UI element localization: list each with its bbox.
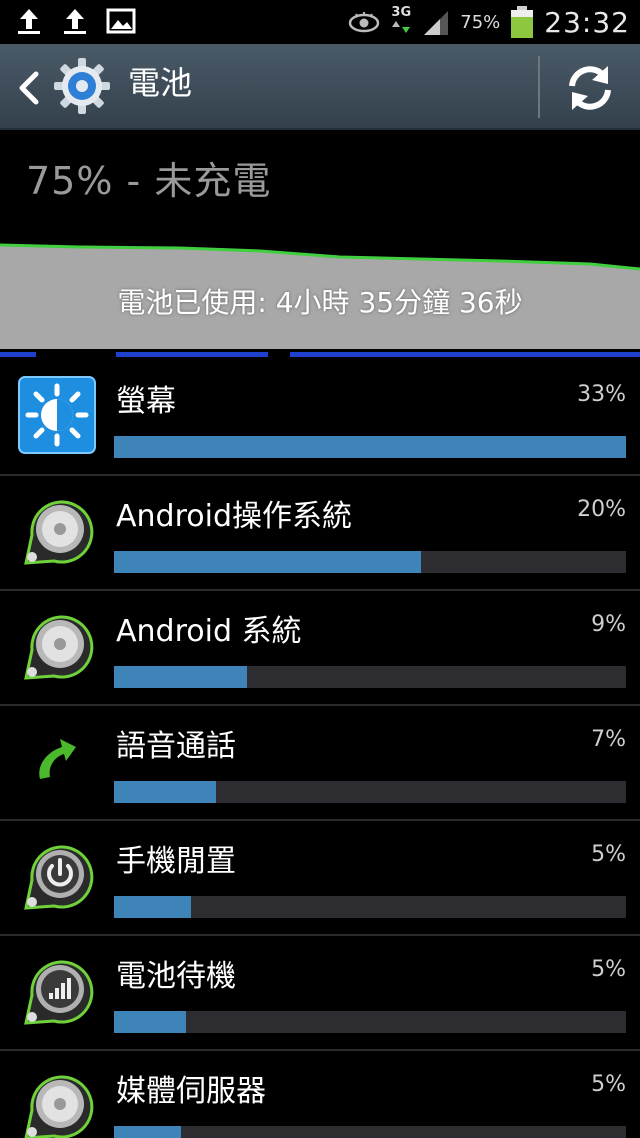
usage-bar (114, 436, 626, 458)
upload-icon (64, 9, 86, 34)
usage-bar-fill (114, 896, 191, 918)
list-item[interactable]: 螢幕 33% (0, 362, 640, 476)
power-idle-icon (24, 845, 94, 910)
signal-strength-icon (424, 11, 449, 35)
phone-call-icon (39, 739, 76, 779)
status-bar: 3G 75% 23:32 (0, 0, 640, 44)
item-label: 手機閒置 (116, 844, 236, 879)
item-percent: 9% (591, 612, 626, 637)
item-percent: 5% (591, 1072, 626, 1097)
data-transfer-icon (392, 21, 411, 33)
upload-icon (18, 9, 40, 34)
eye-icon (349, 12, 380, 33)
usage-bar-fill (114, 551, 422, 573)
item-percent: 33% (577, 382, 626, 407)
list-item[interactable]: 手機閒置 5% (0, 822, 640, 936)
clock: 23:32 (544, 5, 630, 39)
item-percent: 20% (577, 497, 626, 522)
item-percent: 5% (591, 842, 626, 867)
item-label: Android操作系統 (116, 499, 352, 534)
android-system-icon (24, 615, 94, 680)
list-item[interactable]: 媒體伺服器 5% (0, 1052, 640, 1138)
system-icons: 3G 75% 23:32 (348, 4, 630, 40)
charge-indicator-line (290, 352, 640, 357)
battery-status-text: 75% - 未充電 (26, 159, 272, 203)
refresh-icon[interactable] (560, 58, 620, 118)
item-label: 語音通話 (116, 729, 236, 764)
media-server-icon (24, 1075, 94, 1138)
list-item[interactable]: 電池待機 5% (0, 937, 640, 1051)
battery-icon (511, 6, 534, 38)
action-bar: 電池 (0, 44, 640, 130)
list-item[interactable]: Android操作系統 20% (0, 477, 640, 591)
usage-bar-fill (114, 781, 217, 803)
usage-bar-fill (114, 436, 626, 458)
item-percent: 7% (591, 727, 626, 752)
network-type: 3G (390, 6, 412, 38)
list-item[interactable]: Android 系統 9% (0, 592, 640, 706)
usage-bar (114, 896, 626, 918)
list-item[interactable]: 語音通話 7% (0, 707, 640, 821)
item-percent: 5% (591, 957, 626, 982)
battery-percent: 75% (460, 11, 501, 33)
usage-bar-fill (114, 1011, 186, 1033)
image-icon (106, 8, 136, 34)
android-os-icon (24, 500, 94, 565)
usage-bar-fill (114, 1126, 181, 1138)
charge-indicator-line (116, 352, 268, 357)
usage-bar (114, 551, 626, 573)
screen-brightness-icon (18, 376, 96, 454)
page-title: 電池 (128, 64, 193, 102)
action-divider (538, 56, 540, 118)
usage-bar (114, 1011, 626, 1033)
battery-usage-time: 電池已使用: 4小時 35分鐘 36秒 (117, 286, 523, 319)
item-label: 螢幕 (116, 384, 176, 419)
back-icon[interactable] (14, 68, 42, 108)
battery-usage-graph[interactable]: 電池已使用: 4小時 35分鐘 36秒 (0, 243, 640, 349)
signal-standby-icon (24, 960, 94, 1025)
settings-gear-icon[interactable] (52, 56, 112, 116)
usage-bar (114, 781, 626, 803)
usage-bar-fill (114, 666, 248, 688)
notification-icons (14, 6, 136, 36)
item-label: 媒體伺服器 (116, 1074, 266, 1109)
charge-indicator-line (0, 352, 36, 357)
usage-bar (114, 666, 626, 688)
usage-bar (114, 1126, 626, 1138)
item-label: Android 系統 (116, 614, 302, 649)
item-label: 電池待機 (116, 959, 236, 994)
